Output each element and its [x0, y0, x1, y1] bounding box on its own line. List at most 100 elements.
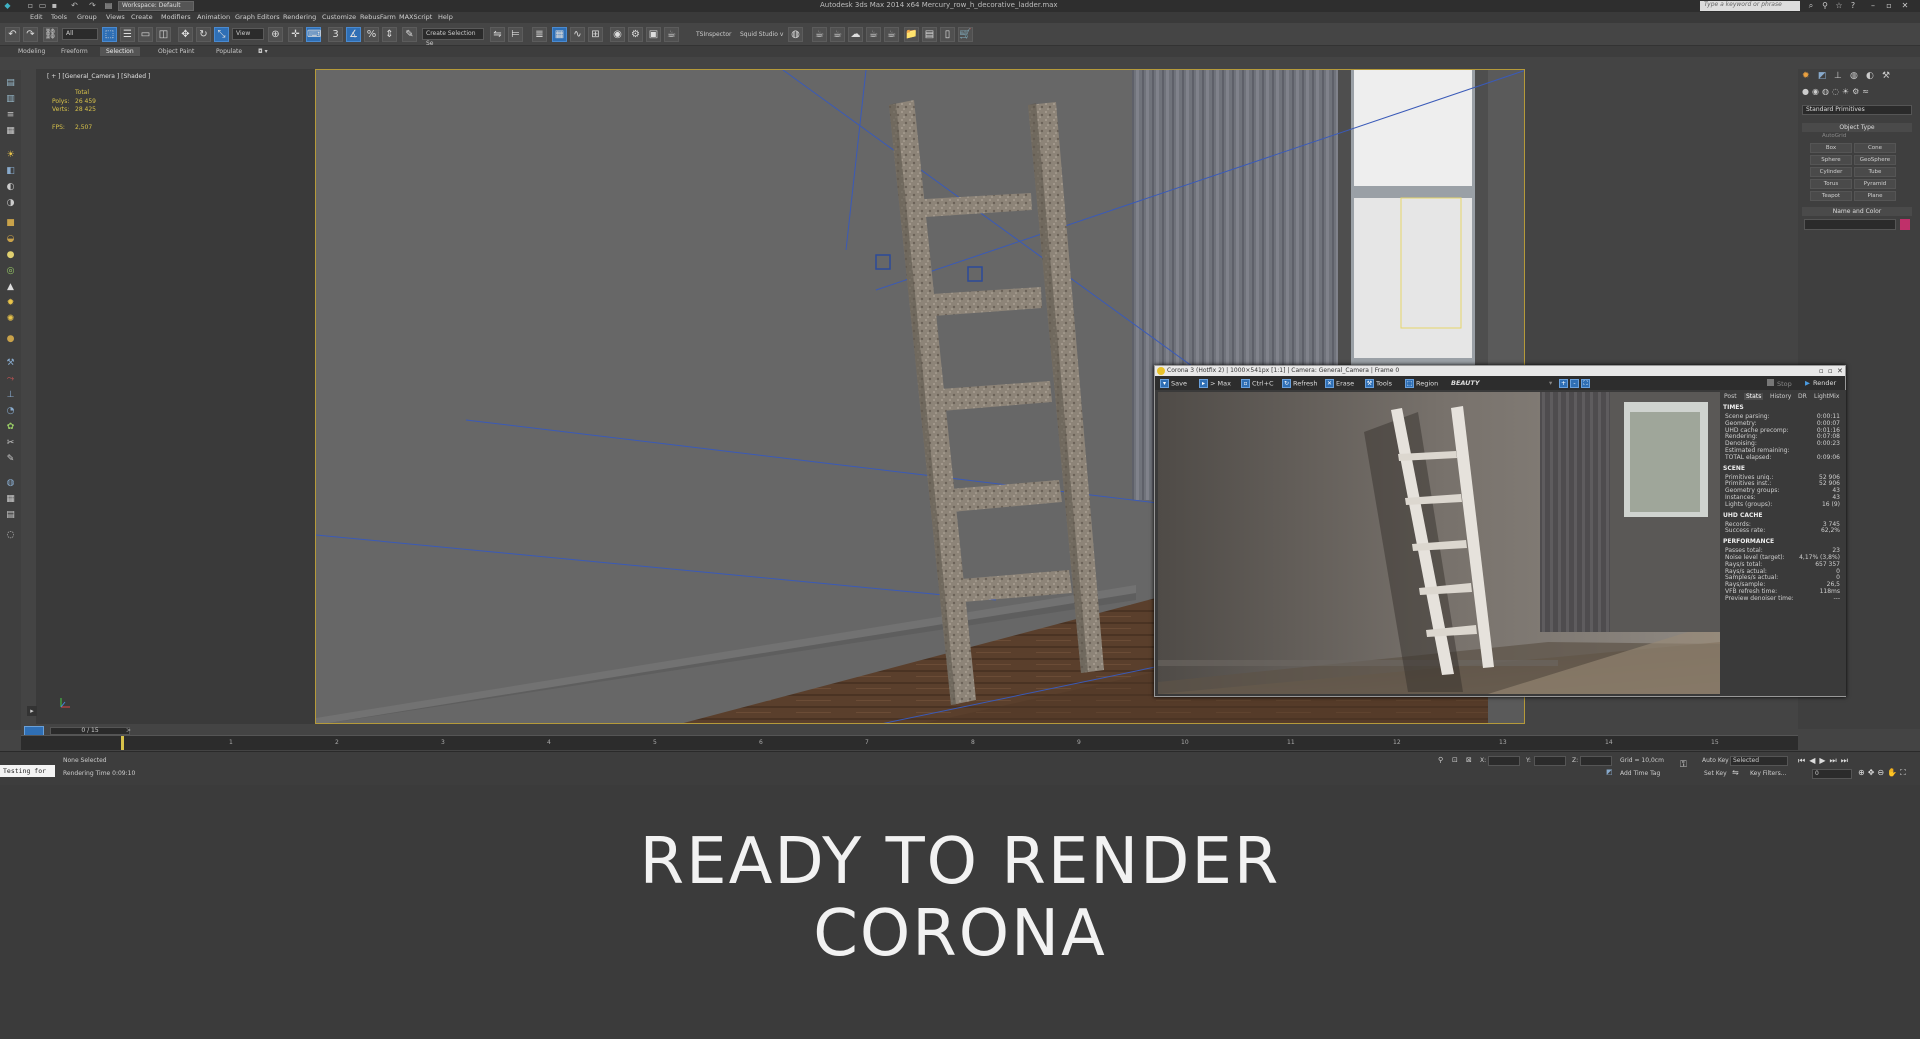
- info-icon[interactable]: ◌: [4, 530, 17, 541]
- vfb-tab-post[interactable]: Post: [1722, 393, 1739, 400]
- vfb-zoom-controls[interactable]: + - ⛶: [1559, 379, 1592, 388]
- vfb-minimize-icon[interactable]: ▫: [1819, 367, 1827, 375]
- y-coordinate-field[interactable]: [1534, 756, 1566, 766]
- next-frame-icon[interactable]: >: [126, 727, 132, 735]
- star-icon[interactable]: ☆: [1834, 1, 1844, 10]
- mirror-icon[interactable]: ⇋: [490, 27, 505, 42]
- motion-icon[interactable]: ◔: [4, 406, 17, 417]
- selection-filter-dropdown[interactable]: All: [62, 28, 98, 40]
- current-frame-field[interactable]: 0: [1812, 769, 1852, 779]
- window-crossing-icon[interactable]: ◫: [156, 27, 171, 42]
- reference-coordinate-dropdown[interactable]: View: [232, 28, 264, 40]
- sun-icon[interactable]: ✹: [4, 298, 17, 309]
- rectangular-selection-icon[interactable]: ▭: [138, 27, 153, 42]
- tab-freeform[interactable]: Freeform: [55, 47, 94, 56]
- hierarchy-tab-icon[interactable]: ⊥: [1834, 71, 1844, 81]
- menu-rebusfarm[interactable]: RebusFarm: [360, 13, 396, 21]
- render-production-icon[interactable]: ☕: [664, 27, 679, 42]
- motion-tab-icon[interactable]: ◍: [1850, 71, 1860, 81]
- ribbon-options-icon[interactable]: ◘ ▾: [252, 47, 274, 56]
- render-setup-icon[interactable]: ⚙: [628, 27, 643, 42]
- list-icon[interactable]: ≡: [4, 110, 17, 121]
- scene-explorer-icon[interactable]: ▦: [552, 27, 567, 42]
- render-preset-icon[interactable]: ☕: [884, 27, 899, 42]
- menu-tools[interactable]: Tools: [51, 13, 67, 21]
- key-mode-select[interactable]: Selected: [1730, 756, 1788, 766]
- redo-icon[interactable]: ↷: [88, 1, 97, 10]
- keyboard-shortcut-icon[interactable]: ⌨: [306, 27, 321, 42]
- layer-icon[interactable]: ▤: [4, 78, 17, 89]
- menu-modifiers[interactable]: Modifiers: [161, 13, 191, 21]
- scene-folder-icon[interactable]: ▤: [922, 27, 937, 42]
- align-icon[interactable]: ⊨: [508, 27, 523, 42]
- curve-editor-icon[interactable]: ∿: [570, 27, 585, 42]
- hemisphere-icon[interactable]: ◒: [4, 234, 17, 245]
- vfb-copy-button[interactable]: ▫ Ctrl+C: [1241, 379, 1274, 388]
- teapot-button[interactable]: Teapot: [1810, 191, 1852, 201]
- maxscript-listener[interactable]: Testing for: [0, 765, 55, 777]
- vfb-stop-button[interactable]: Stop: [1767, 379, 1792, 388]
- x-coordinate-field[interactable]: [1488, 756, 1520, 766]
- material-editor-icon[interactable]: ◉: [610, 27, 625, 42]
- modify-tab-icon[interactable]: ◩: [1818, 71, 1828, 81]
- hierarchy-icon[interactable]: ⊥: [4, 390, 17, 401]
- undo-toolbar-icon[interactable]: ↶: [5, 27, 20, 42]
- angle-snap-icon[interactable]: ∡: [346, 27, 361, 42]
- display-icon[interactable]: ◍: [4, 478, 17, 489]
- bend-icon[interactable]: ⤳: [4, 374, 17, 385]
- objects-icon[interactable]: ▦: [4, 126, 17, 137]
- tool-icon[interactable]: ✂: [4, 438, 17, 449]
- menu-help[interactable]: Help: [438, 13, 453, 21]
- vfb-tab-stats[interactable]: Stats: [1744, 393, 1764, 400]
- vfb-erase-button[interactable]: ✕ Erase: [1325, 379, 1354, 388]
- utilities-tab-icon[interactable]: ⚒: [1882, 71, 1892, 81]
- tab-object-paint[interactable]: Object Paint: [152, 47, 200, 56]
- menu-animation[interactable]: Animation: [197, 13, 230, 21]
- time-tag-icon[interactable]: ◩: [1606, 768, 1614, 776]
- help-icon[interactable]: ?: [1848, 1, 1858, 10]
- rotate-icon[interactable]: ↻: [196, 27, 211, 42]
- percent-snap-icon[interactable]: %: [364, 27, 379, 42]
- object-name-field[interactable]: [1804, 219, 1896, 230]
- vfb-refresh-button[interactable]: ↻ Refresh: [1282, 379, 1318, 388]
- cylinder-button[interactable]: Cylinder: [1810, 167, 1852, 177]
- box-icon[interactable]: ■: [4, 218, 17, 229]
- omni-icon[interactable]: ✺: [4, 314, 17, 325]
- menu-rendering[interactable]: Rendering: [283, 13, 316, 21]
- utility-icon[interactable]: ✿: [4, 422, 17, 433]
- object-type-rollout[interactable]: Object Type: [1802, 123, 1912, 132]
- vfb-tab-history[interactable]: History: [1768, 393, 1793, 400]
- named-selection-dropdown[interactable]: Create Selection Se: [422, 28, 484, 47]
- maximize-icon[interactable]: ▫: [1884, 1, 1894, 10]
- menu-maxscript[interactable]: MAXScript: [399, 13, 432, 21]
- vfb-maximize-icon[interactable]: ▫: [1828, 367, 1836, 375]
- cone-button[interactable]: Cone: [1854, 143, 1896, 153]
- redo-toolbar-icon[interactable]: ↷: [23, 27, 38, 42]
- name-color-rollout[interactable]: Name and Color: [1802, 207, 1912, 216]
- camera-icon[interactable]: ◧: [4, 166, 17, 177]
- select-link-icon[interactable]: ⛓: [43, 27, 58, 42]
- project-folder-icon[interactable]: 📁: [904, 27, 919, 42]
- rebusfarm-icon[interactable]: ◍: [788, 27, 803, 42]
- playback-controls[interactable]: ⏮◀▶⏭⏭: [1798, 756, 1918, 766]
- schematic-view-icon[interactable]: ⊞: [588, 27, 603, 42]
- cart-icon[interactable]: 🛒: [958, 27, 973, 42]
- create-tab-icon[interactable]: ✹: [1802, 71, 1812, 81]
- isolate-icon[interactable]: ⊡: [1452, 756, 1460, 764]
- cone-icon[interactable]: ▲: [4, 282, 17, 293]
- auto-key-button[interactable]: Auto Key: [1702, 757, 1729, 764]
- cloud-render-icon[interactable]: ☁: [848, 27, 863, 42]
- infocenter-icon[interactable]: ⚲: [1820, 1, 1830, 10]
- plane-button[interactable]: Plane: [1854, 191, 1896, 201]
- menu-edit[interactable]: Edit: [30, 13, 43, 21]
- teapot-render-icon[interactable]: ☕: [812, 27, 827, 42]
- workspace-select[interactable]: Workspace: Default: [118, 1, 194, 11]
- key-icon[interactable]: ⚿: [1680, 760, 1694, 770]
- time-slider[interactable]: 0 / 15: [50, 727, 130, 735]
- menu-graph-editors[interactable]: Graph Editors: [235, 13, 280, 21]
- object-color-swatch[interactable]: [1900, 219, 1910, 230]
- undo-icon[interactable]: ↶: [70, 1, 79, 10]
- close-icon[interactable]: ✕: [1900, 1, 1910, 10]
- menu-group[interactable]: Group: [77, 13, 97, 21]
- select-manipulate-icon[interactable]: ✛: [288, 27, 303, 42]
